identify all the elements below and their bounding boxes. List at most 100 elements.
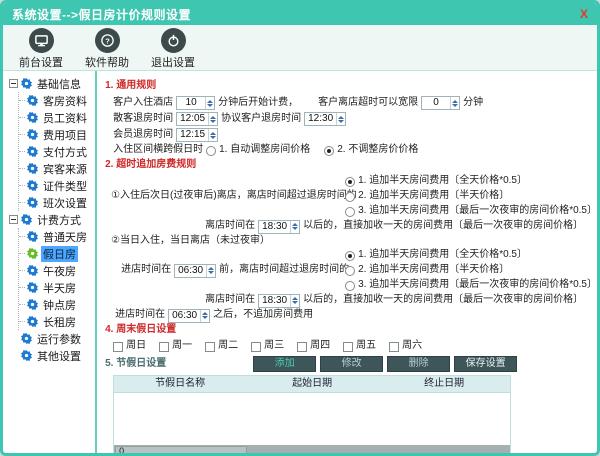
sidebar-item-hourly-room[interactable]: 钟点房 — [19, 296, 95, 313]
delete-button[interactable]: 删除 — [387, 356, 450, 372]
title-bar: 系统设置-->假日房计价规则设置 X — [3, 3, 597, 25]
spinner-arrows-icon[interactable] — [290, 295, 299, 307]
weekday-checkbox-thu[interactable] — [297, 342, 307, 352]
settings-tree: 基础信息 客房资料 员工资料 费用项目 — [9, 75, 95, 364]
case2-late-row: 离店时间在 18:30 以后的，直接加收一天的房间费用〔最后一次夜审的房间价格〕 — [205, 293, 597, 308]
case1-option-radio-1[interactable] — [345, 177, 355, 187]
software-help-button[interactable]: ? 软件帮助 — [85, 28, 129, 70]
case2-option-3: 3. 追加半天房间费用〔最后一次夜审的房间价格*0.5〕 — [345, 278, 597, 293]
case2-after-time-input[interactable]: 06:30 — [168, 309, 210, 323]
gear-icon — [21, 350, 32, 361]
page-title: 系统设置-->假日房计价规则设置 — [12, 6, 191, 23]
sidebar-item-room-data[interactable]: 客房资料 — [19, 92, 95, 109]
agreement-checkout-time-input[interactable]: 12:30 — [304, 112, 346, 126]
spinner-arrows-icon[interactable] — [205, 97, 214, 109]
exit-settings-button[interactable]: 退出设置 — [151, 28, 195, 70]
save-settings-button[interactable]: 保存设置 — [454, 356, 517, 372]
walkin-checkout-row: 散客退房时间 12:05 协议客户退房时间 12:30 — [113, 111, 597, 127]
weekday-checkbox-sun[interactable] — [113, 342, 123, 352]
sidebar-item-fee-items[interactable]: 费用项目 — [19, 126, 95, 143]
case2-option-1: 1. 追加半天房间费用〔全天价格*0.5〕 — [345, 248, 597, 263]
case1-option-radio-2[interactable] — [345, 192, 355, 202]
sidebar-item-midnight-room[interactable]: 午夜房 — [19, 262, 95, 279]
add-button[interactable]: 添加 — [253, 356, 316, 372]
sidebar-item-guest-sources[interactable]: 宾客来源 — [19, 160, 95, 177]
holidays-table-footer: 0 — [114, 445, 510, 456]
checkin-minutes-input[interactable]: 10 — [176, 96, 215, 110]
gear-icon — [27, 146, 38, 157]
sidebar-item-id-types[interactable]: 证件类型 — [19, 177, 95, 194]
gear-icon — [27, 282, 38, 293]
case2-option-radio-3[interactable] — [345, 281, 355, 291]
weekday-checkbox-mon[interactable] — [159, 342, 169, 352]
tool-label: 退出设置 — [151, 54, 195, 70]
sidebar-item-billing-methods[interactable]: 计费方式 — [9, 211, 95, 228]
record-count: 0 — [115, 446, 247, 456]
case1-late-time-input[interactable]: 18:30 — [258, 220, 300, 234]
sidebar-item-other-settings[interactable]: 其他设置 — [9, 347, 95, 364]
sidebar-item-holiday-room[interactable]: 假日房 — [19, 245, 95, 262]
spinner-arrows-icon[interactable] — [206, 265, 215, 277]
holidays-table-header: 节假日名称 起始日期 终止日期 — [114, 376, 510, 393]
weekday-checkbox-wed[interactable] — [251, 342, 261, 352]
holidays-table-body[interactable] — [114, 393, 510, 445]
case2-entry-time-input[interactable]: 06:30 — [174, 264, 216, 278]
spinner-arrows-icon[interactable] — [290, 221, 299, 233]
col-holiday-name: 节假日名称 — [114, 376, 246, 392]
power-icon — [161, 28, 186, 53]
section-overtime-title: 2. 超时追加房费规则 — [105, 159, 597, 172]
case1-option-2: 2. 追加半天房间费用〔半天价格〕 — [345, 189, 597, 204]
grace-minutes-input[interactable]: 0 — [421, 96, 460, 110]
weekday-checkbox-tue[interactable] — [205, 342, 215, 352]
case2-after-row: 进店时间在 06:30 之后，不追加房间费用 — [115, 308, 597, 323]
sidebar-item-half-day-room[interactable]: 半天房 — [19, 279, 95, 296]
weekday-checkbox-sat[interactable] — [389, 342, 399, 352]
sidebar: 基础信息 客房资料 员工资料 费用项目 — [3, 71, 97, 453]
weekday-checkbox-fri[interactable] — [343, 342, 353, 352]
walkin-checkout-time-input[interactable]: 12:05 — [176, 112, 218, 126]
holiday-adjust-radio-1[interactable] — [206, 146, 216, 156]
help-icon: ? — [95, 28, 120, 53]
holiday-adjust-radio-2[interactable] — [324, 146, 334, 156]
gear-icon — [21, 78, 32, 89]
section-holidays-title: 5. 节假日设置 — [105, 358, 166, 371]
holidays-table: 节假日名称 起始日期 终止日期 0 — [113, 375, 511, 456]
gear-icon — [27, 197, 38, 208]
section-general-title: 1. 通用规则 — [105, 80, 597, 93]
spinner-arrows-icon[interactable] — [200, 310, 209, 322]
tool-label: 软件帮助 — [85, 54, 129, 70]
modify-button[interactable]: 修改 — [320, 356, 383, 372]
member-checkout-row: 会员退房时间 12:15 — [113, 127, 597, 143]
close-icon[interactable]: X — [580, 7, 588, 21]
case1-late-row: 离店时间在 18:30 以后的，直接加收一天的房间费用〔最后一次夜审的房间价格〕 — [205, 219, 597, 234]
sidebar-item-runtime-params[interactable]: 运行参数 — [9, 330, 95, 347]
case2-option-radio-1[interactable] — [345, 251, 355, 261]
case1-option-1: 1. 追加半天房间费用〔全天价格*0.5〕 — [345, 174, 597, 189]
spinner-arrows-icon[interactable] — [450, 97, 459, 109]
gear-icon — [27, 265, 38, 276]
spinner-arrows-icon[interactable] — [208, 129, 217, 141]
spinner-arrows-icon[interactable] — [208, 113, 217, 125]
collapse-toggle-icon[interactable] — [9, 215, 18, 224]
sidebar-item-basic-info[interactable]: 基础信息 — [9, 75, 95, 92]
weekday-checkbox-group: 周日 周一 周二 周三 周四 周五 周六 — [113, 339, 597, 354]
sidebar-item-staff-data[interactable]: 员工资料 — [19, 109, 95, 126]
svg-text:?: ? — [105, 36, 110, 45]
gear-icon — [21, 333, 32, 344]
gear-icon — [27, 231, 38, 242]
case1-option-radio-3[interactable] — [345, 207, 355, 217]
sidebar-item-normal-day-room[interactable]: 普通天房 — [19, 228, 95, 245]
app-window: 系统设置-->假日房计价规则设置 X 前台设置 ? 软件帮助 退出设置 — [0, 0, 600, 456]
sidebar-item-long-term-room[interactable]: 长租房 — [19, 313, 95, 330]
sidebar-item-payment-methods[interactable]: 支付方式 — [19, 143, 95, 160]
member-checkout-time-input[interactable]: 12:15 — [176, 128, 218, 142]
spinner-arrows-icon[interactable] — [336, 113, 345, 125]
sidebar-item-shift-settings[interactable]: 班次设置 — [19, 194, 95, 211]
case2-option-radio-2[interactable] — [345, 266, 355, 276]
gear-icon — [27, 129, 38, 140]
overtime-case2: 进店时间在 06:30 前，离店时间超过退房时间的 1. 追加半天房间费用〔全天… — [111, 248, 597, 293]
case2-option-2: 2. 追加半天房间费用〔半天价格〕 — [345, 263, 597, 278]
collapse-toggle-icon[interactable] — [9, 79, 18, 88]
front-desk-settings-button[interactable]: 前台设置 — [19, 28, 63, 70]
case2-late-time-input[interactable]: 18:30 — [258, 294, 300, 308]
